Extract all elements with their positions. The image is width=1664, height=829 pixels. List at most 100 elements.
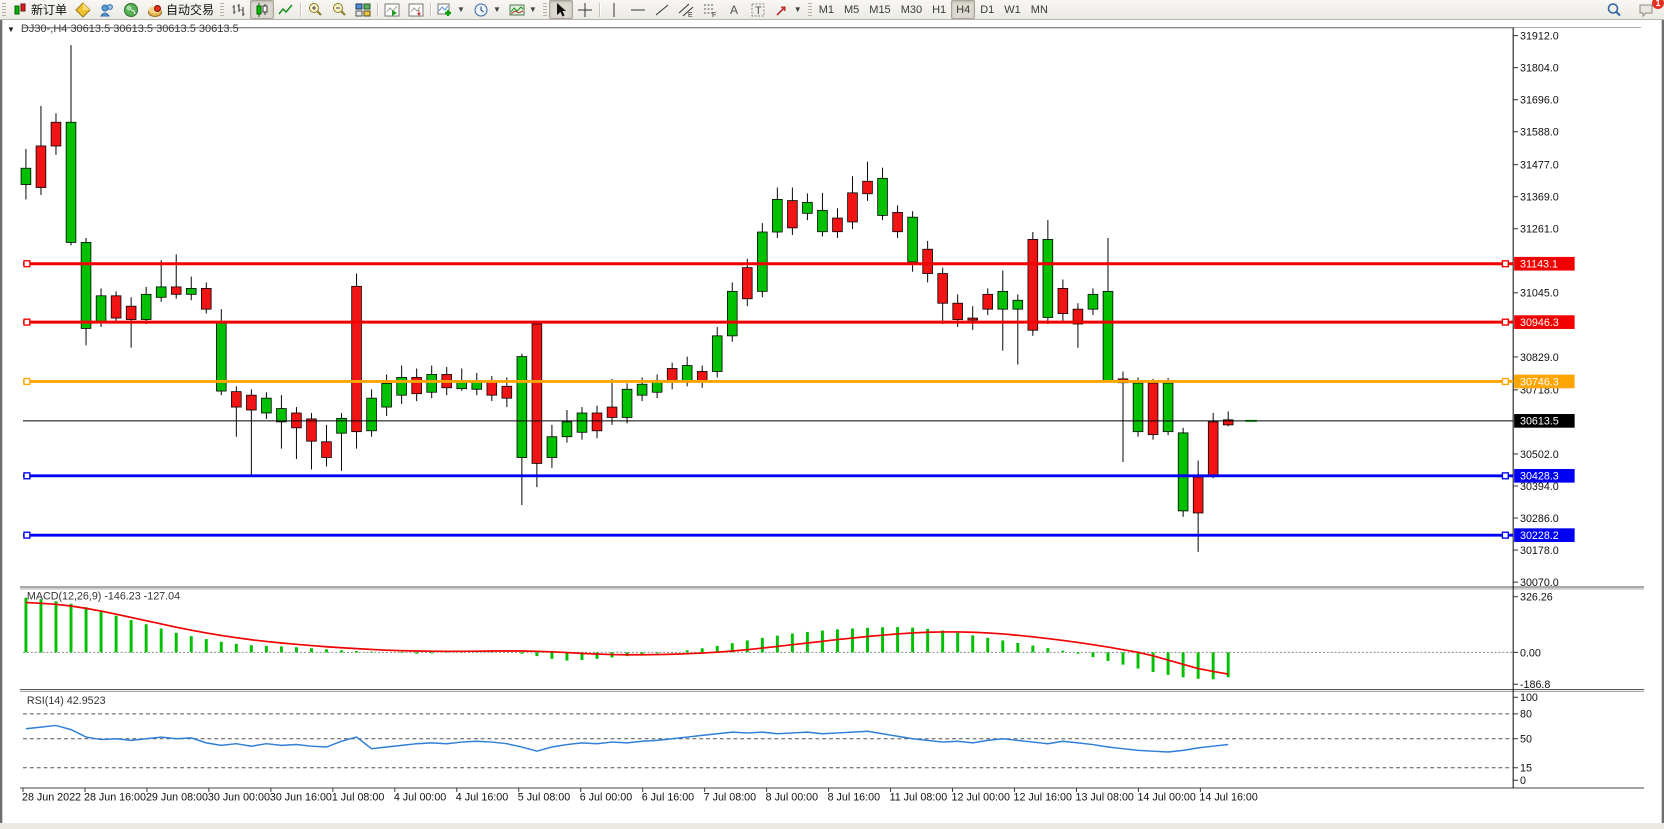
zoom-out-button[interactable] — [327, 0, 351, 19]
svg-text:5 Jul 08:00: 5 Jul 08:00 — [518, 792, 570, 804]
community-people-icon — [99, 2, 115, 18]
periods-button[interactable]: ▼ — [469, 0, 505, 19]
svg-text:30 Jun 16:00: 30 Jun 16:00 — [270, 792, 332, 804]
autotrade-label: 自动交易 — [166, 1, 214, 18]
zoom-in-icon — [307, 2, 323, 18]
crosshair-icon — [577, 2, 593, 18]
horizontal-line-tool[interactable] — [626, 0, 650, 19]
chart-frame — [20, 20, 1644, 809]
auto-scroll-button[interactable] — [380, 0, 404, 19]
autotrade-button[interactable]: 自动交易 — [143, 0, 218, 19]
timeframe-h1[interactable]: H1 — [927, 0, 951, 19]
svg-text:30 Jun 00:00: 30 Jun 00:00 — [208, 792, 270, 804]
svg-text:31143.1: 31143.1 — [1520, 259, 1558, 271]
timeframe-d1[interactable]: D1 — [975, 0, 999, 19]
chart-window: ▼DJ30-,H4 30613.5 30613.5 30613.5 30613.… — [0, 20, 1664, 829]
svg-text:8 Jul 16:00: 8 Jul 16:00 — [828, 792, 880, 804]
text-tool[interactable]: A — [722, 0, 746, 19]
chart-shift-button[interactable] — [404, 0, 428, 19]
svg-text:14 Jul 00:00: 14 Jul 00:00 — [1137, 792, 1195, 804]
toolbar-drag-handle[interactable] — [543, 3, 547, 17]
timeframe-m5[interactable]: M5 — [839, 0, 864, 19]
price-axis[interactable]: 31912.031804.031696.031588.031477.031369… — [1513, 28, 1644, 589]
marketplace-button[interactable] — [71, 0, 95, 19]
timeframe-m15[interactable]: M15 — [864, 0, 895, 19]
svg-text:31261.0: 31261.0 — [1520, 224, 1559, 236]
arrows-tool[interactable]: ▼ — [770, 0, 806, 19]
svg-text:13 Jul 08:00: 13 Jul 08:00 — [1075, 792, 1133, 804]
crosshair-button[interactable] — [573, 0, 597, 19]
search-icon — [1606, 2, 1622, 18]
new-order-label: 新订单 — [31, 1, 67, 18]
horizontal-line-icon — [630, 2, 646, 18]
template-icon — [509, 2, 525, 18]
svg-text:0.00: 0.00 — [1520, 647, 1541, 659]
zoom-in-button[interactable] — [303, 0, 327, 19]
svg-text:30178.0: 30178.0 — [1520, 545, 1559, 557]
svg-text:30428.3: 30428.3 — [1520, 471, 1559, 483]
svg-text:6 Jul 16:00: 6 Jul 16:00 — [642, 792, 694, 804]
fibonacci-tool[interactable]: F — [698, 0, 722, 19]
svg-text:30502.0: 30502.0 — [1520, 449, 1559, 461]
auto-scroll-icon — [384, 2, 400, 18]
cursor-button[interactable] — [549, 0, 573, 19]
svg-text:326.26: 326.26 — [1520, 592, 1553, 604]
svg-text:E: E — [688, 12, 693, 18]
toolbar-drag-handle[interactable] — [2, 3, 6, 17]
tile-windows-button[interactable] — [351, 0, 375, 19]
text-label-tool[interactable]: T — [746, 0, 770, 19]
svg-text:0: 0 — [1520, 775, 1526, 787]
timeframe-m30[interactable]: M30 — [896, 0, 927, 19]
svg-text:31912.0: 31912.0 — [1520, 31, 1559, 43]
toolbar-drag-handle[interactable] — [808, 3, 812, 17]
svg-text:31588.0: 31588.0 — [1520, 127, 1559, 139]
svg-text:28 Jun 16:00: 28 Jun 16:00 — [84, 792, 146, 804]
channel-tool[interactable]: E — [674, 0, 698, 19]
svg-text:6 Jul 00:00: 6 Jul 00:00 — [580, 792, 632, 804]
chart-shift-icon — [408, 2, 424, 18]
search-button[interactable] — [1602, 0, 1626, 19]
svg-text:T: T — [755, 5, 762, 17]
zoom-out-icon — [331, 2, 347, 18]
indicators-button[interactable]: ▼ — [433, 0, 469, 19]
svg-text:MACD(12,26,9) -146.23 -127.04: MACD(12,26,9) -146.23 -127.04 — [27, 591, 180, 603]
templates-button[interactable]: ▼ — [505, 0, 541, 19]
signals-orb-icon — [123, 2, 139, 18]
svg-text:F: F — [712, 12, 716, 18]
trendline-tool[interactable] — [650, 0, 674, 19]
timeframe-h4[interactable]: H4 — [951, 0, 975, 19]
svg-text:11 Jul 08:00: 11 Jul 08:00 — [890, 792, 948, 804]
svg-text:7 Jul 08:00: 7 Jul 08:00 — [704, 792, 756, 804]
svg-text:30228.2: 30228.2 — [1520, 530, 1559, 542]
community-button[interactable] — [95, 0, 119, 19]
arrows-shapes-icon — [774, 2, 790, 18]
new-order-icon — [12, 2, 28, 18]
svg-text:1 Jul 08:00: 1 Jul 08:00 — [332, 792, 384, 804]
vertical-line-tool[interactable] — [602, 0, 626, 19]
timeframe-mn[interactable]: MN — [1026, 0, 1053, 19]
svg-text:12 Jul 00:00: 12 Jul 00:00 — [952, 792, 1010, 804]
add-indicator-icon — [437, 2, 453, 18]
bar-chart-button[interactable] — [226, 0, 250, 19]
timeframe-w1[interactable]: W1 — [999, 0, 1026, 19]
chat-notifications-button[interactable]: 1 — [1634, 0, 1658, 19]
chart-symbol-header[interactable]: ▼DJ30-,H4 30613.5 30613.5 30613.5 30613.… — [7, 23, 239, 35]
dropdown-arrow-icon: ▼ — [529, 5, 537, 14]
new-order-button[interactable]: 新订单 — [8, 0, 71, 19]
chart-canvas[interactable]: MACD(12,26,9) -146.23 -127.04326.260.00-… — [0, 20, 1664, 829]
signals-button[interactable] — [119, 0, 143, 19]
candlestick-chart-button[interactable] — [250, 0, 274, 19]
svg-text:30286.0: 30286.0 — [1520, 513, 1559, 525]
svg-text:30746.3: 30746.3 — [1520, 376, 1559, 388]
timeframe-m1[interactable]: M1 — [814, 0, 839, 19]
fibonacci-icon: F — [702, 2, 718, 18]
svg-text:80: 80 — [1520, 709, 1532, 721]
svg-text:28 Jun 2022: 28 Jun 2022 — [22, 792, 81, 804]
svg-text:31477.0: 31477.0 — [1520, 160, 1559, 172]
line-chart-button[interactable] — [274, 0, 298, 19]
equidistant-channel-icon: E — [678, 2, 694, 18]
toolbar-drag-handle[interactable] — [220, 3, 224, 17]
market-diamond-icon — [75, 2, 91, 18]
clock-icon — [473, 2, 489, 18]
svg-text:15: 15 — [1520, 763, 1532, 775]
